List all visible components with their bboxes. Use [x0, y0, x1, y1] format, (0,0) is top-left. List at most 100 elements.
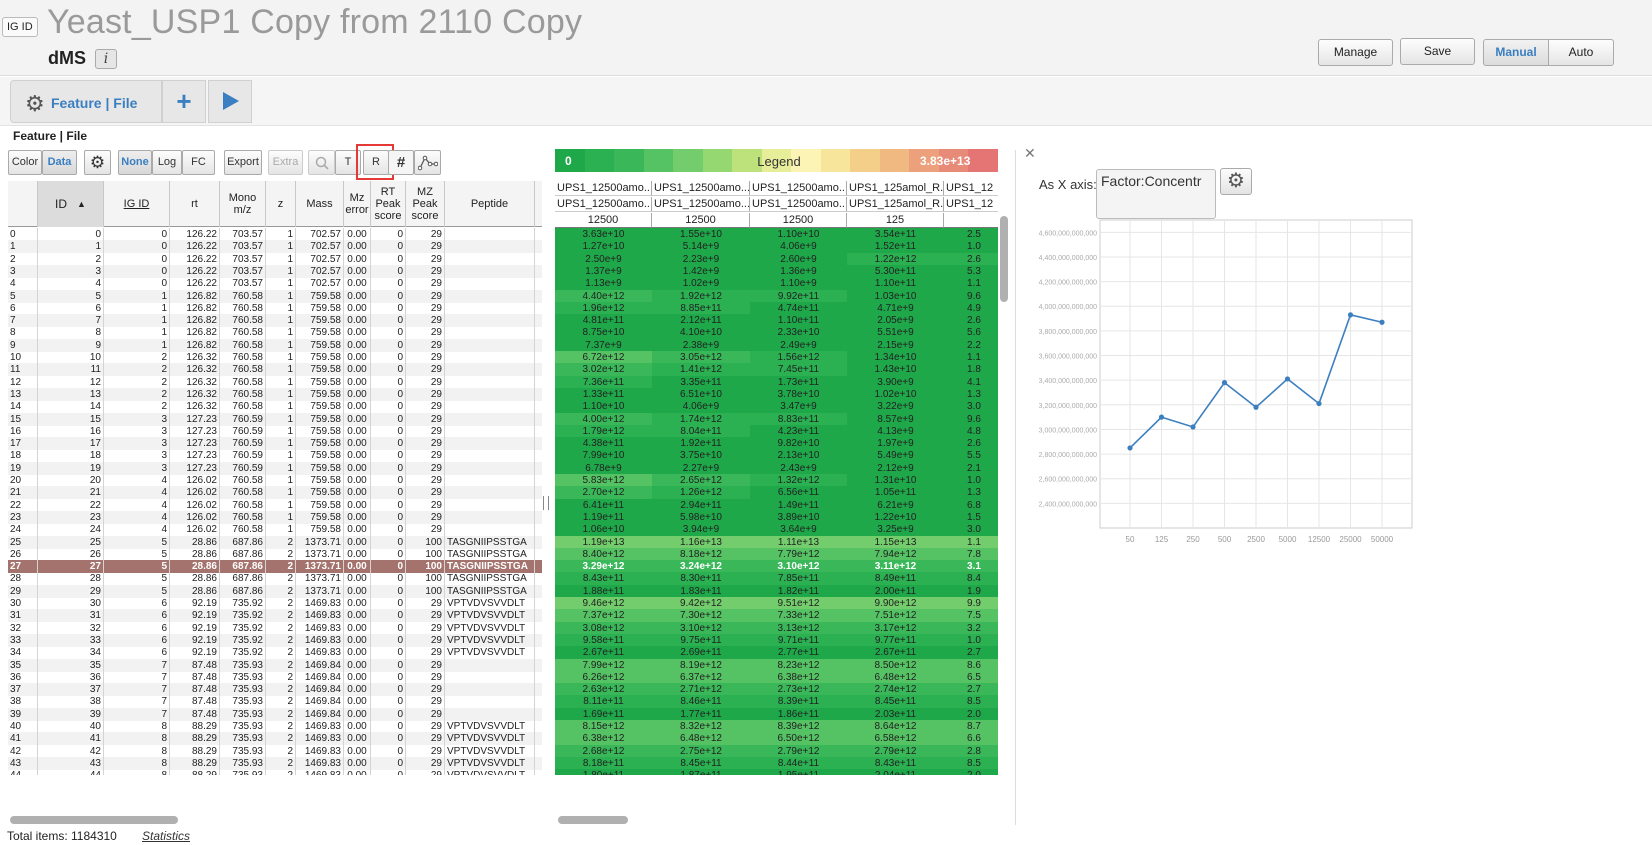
table-row[interactable]: 43 43 8 88.29 735.93 2 1469.83 0.00 0 29 VPTVDVSVV… — [8, 756, 542, 770]
column-header[interactable]: UPS1_12500amo... — [750, 197, 847, 212]
tab-feature-file[interactable]: ⚙ Feature | File — [10, 80, 162, 123]
table-row[interactable]: 12 12 2 126.32 760.58 1 759.58 0.00 0 29 — [8, 375, 542, 389]
table-row[interactable]: 7 7 1 126.82 760.58 1 759.58 0.00 0 29 — [8, 314, 542, 328]
table-row[interactable]: 6.72e+12 3.05e+12 1.56e+12 1.34e+10 1.1 — [555, 351, 998, 364]
table-row[interactable]: 3.63e+10 1.55e+10 1.10e+10 3.54e+11 2.5 — [555, 228, 998, 241]
table-row[interactable]: 1 1 0 126.22 703.57 1 702.57 0.00 0 29 — [8, 240, 542, 254]
table-row[interactable]: 6.41e+11 2.94e+11 1.49e+11 6.21e+9 6.8 — [555, 498, 998, 512]
export-button[interactable]: Export — [224, 150, 262, 175]
table-row[interactable]: 11 11 2 126.32 760.58 1 759.58 0.00 0 29 — [8, 363, 542, 377]
table-row[interactable]: 9.58e+11 9.75e+11 9.71e+11 9.77e+11 1.0 — [555, 633, 998, 647]
auto-toggle[interactable]: Auto — [1548, 39, 1614, 66]
ig-id-button[interactable]: IG ID — [2, 17, 38, 37]
table-row[interactable]: 16 16 3 127.23 760.59 1 759.58 0.00 0 29 — [8, 424, 542, 438]
table-row[interactable]: 8.15e+12 8.32e+12 8.39e+12 8.64e+12 8.7 — [555, 720, 998, 733]
column-header[interactable]: IG ID — [104, 181, 170, 227]
table-row[interactable]: 9 9 1 126.82 760.58 1 759.58 0.00 0 29 — [8, 338, 542, 352]
table-row[interactable]: 3.02e+12 1.41e+12 7.45e+11 1.43e+10 1.8 — [555, 363, 998, 377]
statistics-link[interactable]: Statistics — [142, 829, 190, 843]
table-row[interactable]: 8.75e+10 4.10e+10 2.33e+10 5.51e+9 5.6 — [555, 326, 998, 340]
table-row[interactable]: 9.46e+12 9.42e+12 9.51e+12 9.90e+12 9.9 — [555, 597, 998, 610]
table-row[interactable]: 4.81e+11 2.12e+11 1.10e+11 2.05e+9 2.6 — [555, 314, 998, 328]
table-row[interactable]: 39 39 7 87.48 735.93 2 1469.84 0.00 0 29 — [8, 707, 542, 721]
gear-icon[interactable]: ⚙ — [1220, 168, 1252, 195]
table-row[interactable]: 7.37e+9 2.38e+9 2.49e+9 2.15e+9 2.2 — [555, 338, 998, 352]
column-header[interactable]: UPS1_12 — [944, 181, 998, 196]
table-row[interactable]: 6.26e+12 6.37e+12 6.38e+12 6.48e+12 6.5 — [555, 670, 998, 684]
table-row[interactable]: 4.38e+11 1.92e+11 9.82e+10 1.97e+9 2.6 — [555, 437, 998, 451]
table-row[interactable]: 1.88e+11 1.83e+11 1.82e+11 2.00e+11 1.9 — [555, 584, 998, 598]
table-row[interactable]: 35 35 7 87.48 735.93 2 1469.84 0.00 0 29 — [8, 658, 542, 672]
column-header[interactable]: 12500 — [750, 213, 847, 228]
intensity-table[interactable]: UPS1_12500amo... UPS1_12500amo... UPS1_125… — [555, 181, 998, 775]
table-row[interactable]: 1.79e+12 8.04e+11 4.23e+11 4.13e+9 4.8 — [555, 424, 998, 438]
table-row[interactable]: 8.18e+11 8.45e+11 8.44e+11 8.43e+11 8.5 — [555, 756, 998, 770]
none-scale-button[interactable]: None — [118, 150, 152, 175]
table-row[interactable]: 5.83e+12 2.65e+12 1.32e+12 1.31e+10 1.0 — [555, 474, 998, 487]
table-row[interactable]: 7.36e+11 3.35e+11 1.73e+11 3.90e+9 4.1 — [555, 375, 998, 389]
table-row[interactable]: 1.13e+9 1.02e+9 1.10e+9 1.10e+11 1.1 — [555, 277, 998, 291]
table-row[interactable]: 8.11e+11 8.46e+11 8.39e+11 8.45e+11 8.5 — [555, 695, 998, 709]
table-row[interactable]: 3.29e+12 3.24e+12 3.10e+12 3.11e+12 3.1 — [555, 560, 998, 574]
table-row[interactable]: 31 31 6 92.19 735.92 2 1469.83 0.00 0 29 VPTVDVSVV… — [8, 609, 542, 623]
table-row[interactable]: 6.38e+12 6.48e+12 6.50e+12 6.58e+12 6.6 — [555, 732, 998, 746]
feature-table[interactable]: ID ▲ IG ID rt Mono m/z z Mass Mz error RT Peak s… — [8, 181, 542, 775]
table-row[interactable]: 4444888.29735.9321469.830.00029VPTVDVSVV… — [8, 769, 542, 775]
column-header[interactable]: z — [266, 181, 296, 227]
table-row[interactable]: 17 17 3 127.23 760.59 1 759.58 0.00 0 29 — [8, 437, 542, 451]
feature-table-scrollbar[interactable] — [10, 816, 178, 824]
column-header[interactable]: 125 — [847, 213, 944, 228]
table-row[interactable]: 1.19e+13 1.16e+13 1.11e+13 1.15e+13 1.1 — [555, 535, 998, 549]
table-row[interactable]: 2.67e+11 2.69e+11 2.77e+11 2.67e+11 2.7 — [555, 646, 998, 660]
table-row[interactable]: 0 0 0 126.22 703.57 1 702.57 0.00 0 29 — [8, 228, 542, 241]
table-row[interactable]: 22 22 4 126.02 760.58 1 759.58 0.00 0 29 — [8, 498, 542, 512]
table-row[interactable]: 2.68e+12 2.75e+12 2.79e+12 2.79e+12 2.8 — [555, 744, 998, 758]
close-icon[interactable]: ✕ — [1024, 145, 1036, 162]
column-header[interactable]: Mass — [296, 181, 344, 227]
table-row[interactable]: 6.78e+9 2.27e+9 2.43e+9 2.12e+9 2.1 — [555, 461, 998, 475]
table-row[interactable]: 4.00e+12 1.74e+12 8.83e+11 8.57e+9 9.6 — [555, 412, 998, 426]
table-row[interactable]: 30 30 6 92.19 735.92 2 1469.83 0.00 0 29 VPTVDVSVV… — [8, 597, 542, 610]
table-row[interactable]: 20 20 4 126.02 760.58 1 759.58 0.00 0 29 — [8, 474, 542, 487]
column-header[interactable]: Mz error — [344, 181, 371, 227]
table-row[interactable]: 40 40 8 88.29 735.93 2 1469.83 0.00 0 29 VPTVDVSVV… — [8, 720, 542, 733]
table-row[interactable]: 24 24 4 126.02 760.58 1 759.58 0.00 0 29 — [8, 523, 542, 537]
table-row[interactable]: 37 37 7 87.48 735.93 2 1469.84 0.00 0 29 — [8, 683, 542, 697]
table-row[interactable]: 8.43e+11 8.30e+11 7.85e+11 8.49e+11 8.4 — [555, 572, 998, 586]
column-header[interactable]: rt — [170, 181, 220, 227]
fc-scale-button[interactable]: FC — [182, 150, 215, 175]
column-header[interactable] — [8, 181, 38, 227]
panel-splitter[interactable] — [543, 496, 549, 510]
color-button[interactable]: Color — [8, 150, 42, 175]
column-header[interactable]: UPS1_12500amo... — [555, 181, 652, 196]
table-row[interactable]: 2.63e+12 2.71e+12 2.73e+12 2.74e+12 2.7 — [555, 683, 998, 697]
network-button[interactable] — [414, 150, 441, 175]
extra-button[interactable]: Extra — [268, 150, 303, 175]
table-row[interactable]: 1.37e+9 1.42e+9 1.36e+9 5.30e+11 5.3 — [555, 264, 998, 278]
table-row[interactable]: 26 26 5 28.86 687.86 2 1373.71 0.00 0 100 TASGNIIP… — [8, 547, 542, 561]
table-row[interactable]: 41 41 8 88.29 735.93 2 1469.83 0.00 0 29 VPTVDVSVV… — [8, 732, 542, 746]
table-row[interactable]: 36 36 7 87.48 735.93 2 1469.84 0.00 0 29 — [8, 670, 542, 684]
data-button[interactable]: Data — [42, 150, 77, 175]
table-row[interactable]: 6 6 1 126.82 760.58 1 759.58 0.00 0 29 — [8, 301, 542, 315]
table-row[interactable]: 7.99e+10 3.75e+10 2.13e+10 5.49e+9 5.5 — [555, 449, 998, 463]
table-row[interactable]: 1.80e+111.87e+111.95e+112.04e+112.0 — [555, 769, 998, 775]
column-header[interactable]: 12500 — [652, 213, 750, 228]
sort-ascending-icon[interactable]: ▲ — [77, 198, 86, 210]
table-row[interactable]: 42 42 8 88.29 735.93 2 1469.83 0.00 0 29 VPTVDVSVV… — [8, 744, 542, 758]
column-header[interactable]: UPS1_12500amo... — [555, 197, 652, 212]
table-row[interactable]: 1.33e+11 6.51e+10 3.78e+10 1.02e+10 1.3 — [555, 387, 998, 401]
table-row[interactable]: 8 8 1 126.82 760.58 1 759.58 0.00 0 29 — [8, 326, 542, 340]
table-row[interactable]: 14 14 2 126.32 760.58 1 759.58 0.00 0 29 — [8, 400, 542, 414]
table-row[interactable]: 8.40e+12 8.18e+12 7.79e+12 7.94e+12 7.8 — [555, 547, 998, 561]
column-header[interactable]: UPS1_12500amo... — [652, 181, 750, 196]
table-row[interactable]: 1.19e+11 5.98e+10 3.89e+10 1.22e+10 1.5 — [555, 510, 998, 524]
column-header[interactable]: Mono m/z — [220, 181, 266, 227]
manual-toggle[interactable]: Manual — [1483, 39, 1549, 66]
column-header[interactable]: UPS1_125amol_R... — [847, 197, 944, 212]
table-row[interactable]: 1.10e+10 4.06e+9 3.47e+9 3.22e+9 3.0 — [555, 400, 998, 414]
column-header[interactable]: UPS1_12 — [944, 197, 998, 212]
table-row[interactable]: 2.70e+12 1.26e+12 6.56e+11 1.05e+11 1.3 — [555, 486, 998, 500]
column-header[interactable]: UPS1_12500amo... — [652, 197, 750, 212]
column-header[interactable] — [944, 213, 998, 228]
